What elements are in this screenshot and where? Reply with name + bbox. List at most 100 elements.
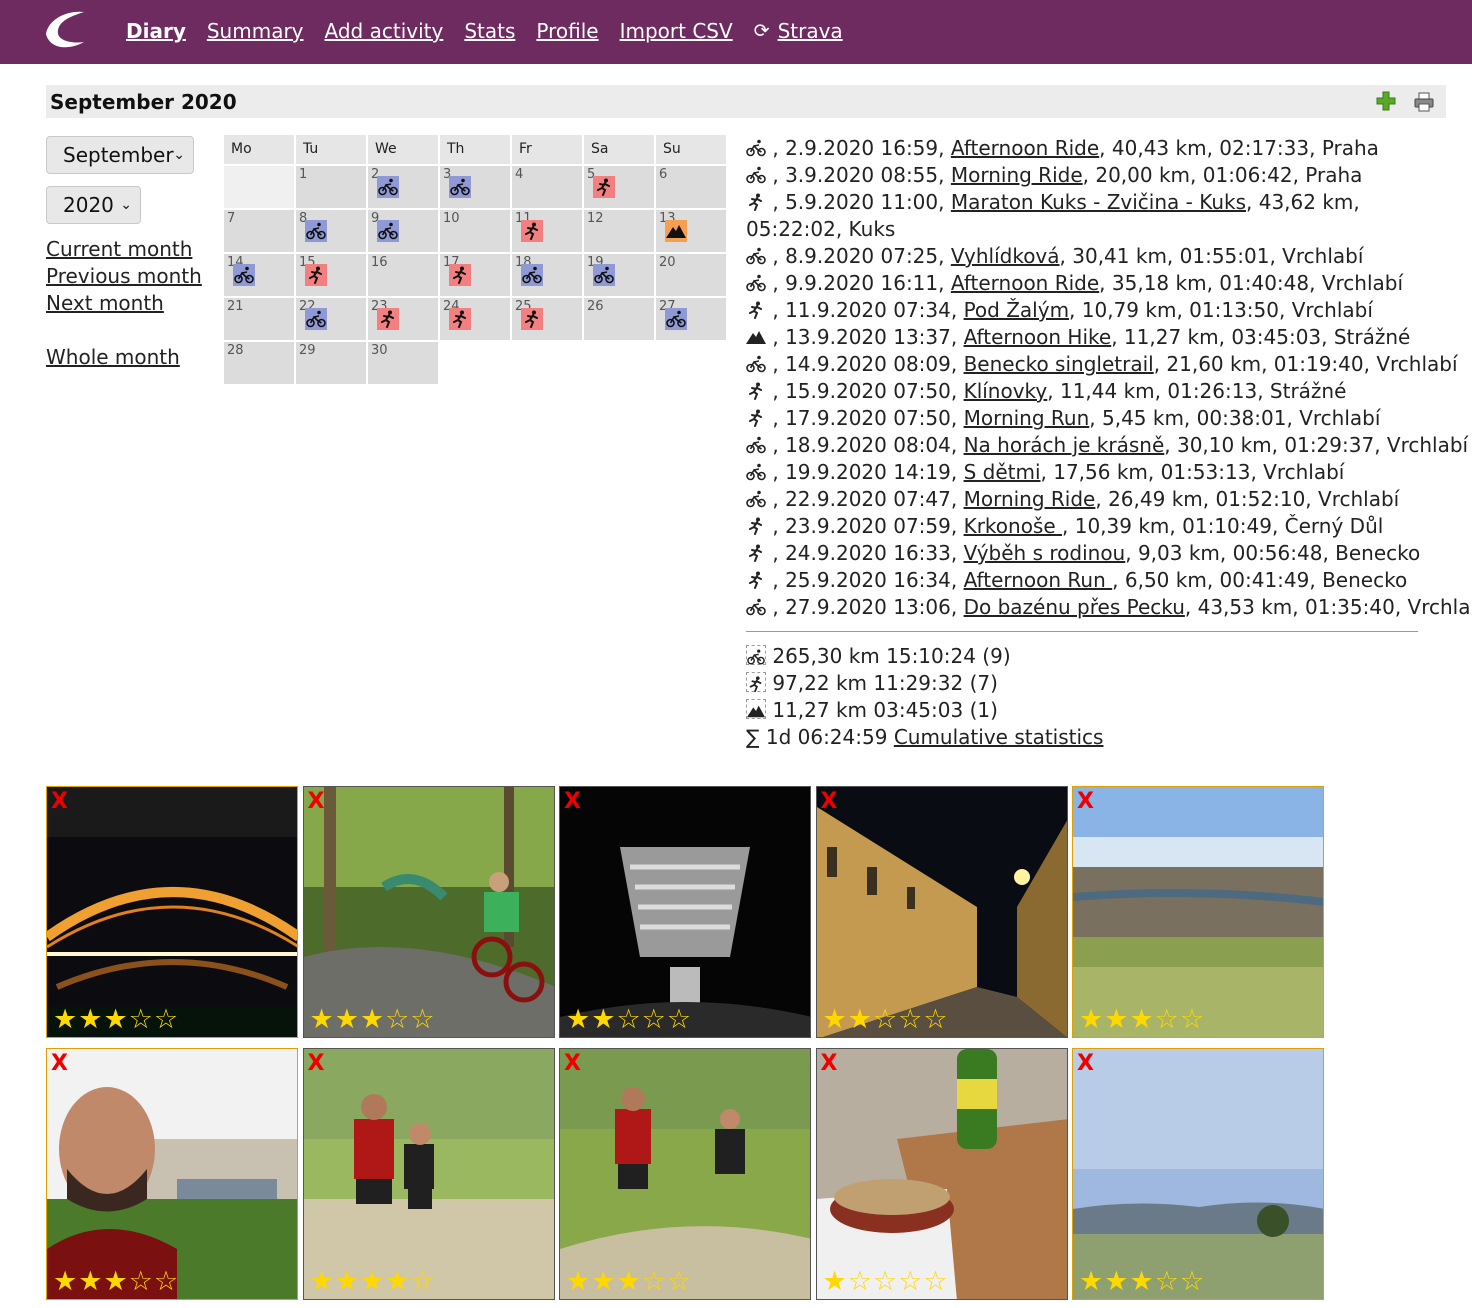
- delete-photo-icon[interactable]: X: [51, 789, 68, 814]
- activity-link[interactable]: Výběh s rodinou: [964, 541, 1126, 565]
- calendar-day[interactable]: 24: [440, 298, 510, 340]
- delete-photo-icon[interactable]: X: [821, 1051, 838, 1076]
- photo-thumbnail[interactable]: X ★★★☆☆: [46, 786, 298, 1038]
- calendar-hike-icon[interactable]: [665, 220, 687, 242]
- photo-image[interactable]: [1073, 1049, 1323, 1299]
- calendar-day[interactable]: 14: [224, 254, 294, 296]
- star-rating[interactable]: ★★★☆☆: [566, 1266, 692, 1297]
- star-empty-icon[interactable]: ☆: [1180, 1004, 1205, 1035]
- calendar-day[interactable]: 8: [296, 210, 366, 252]
- nav-add-activity[interactable]: Add activity: [325, 19, 444, 43]
- delete-photo-icon[interactable]: X: [1077, 789, 1094, 814]
- star-empty-icon[interactable]: ☆: [873, 1004, 898, 1035]
- star-filled-icon[interactable]: ★: [310, 1004, 335, 1035]
- calendar-day[interactable]: 12: [584, 210, 654, 252]
- nav-summary[interactable]: Summary: [207, 19, 304, 43]
- calendar-run-icon[interactable]: [521, 220, 543, 242]
- activity-link[interactable]: Krkonoše: [964, 514, 1062, 538]
- photo-image[interactable]: [303, 787, 554, 1037]
- star-filled-icon[interactable]: ★: [78, 1266, 103, 1297]
- photo-thumbnail[interactable]: X ★★★☆☆: [1072, 786, 1324, 1038]
- hike-icon[interactable]: [746, 699, 766, 719]
- star-filled-icon[interactable]: ★: [566, 1004, 591, 1035]
- star-empty-icon[interactable]: ☆: [410, 1266, 435, 1297]
- star-rating[interactable]: ★★★☆☆: [1079, 1266, 1205, 1297]
- photo-image[interactable]: [47, 787, 297, 1037]
- star-filled-icon[interactable]: ★: [360, 1004, 385, 1035]
- star-empty-icon[interactable]: ☆: [642, 1266, 667, 1297]
- star-empty-icon[interactable]: ☆: [410, 1004, 435, 1035]
- delete-photo-icon[interactable]: X: [51, 1051, 68, 1076]
- photo-image[interactable]: [47, 1049, 297, 1299]
- calendar-day[interactable]: 21: [224, 298, 294, 340]
- calendar-bike-icon[interactable]: [377, 220, 399, 242]
- activity-link[interactable]: Maraton Kuks - Zvičina - Kuks: [951, 190, 1246, 214]
- calendar-run-icon[interactable]: [449, 264, 471, 286]
- star-empty-icon[interactable]: ☆: [1180, 1266, 1205, 1297]
- delete-photo-icon[interactable]: X: [1077, 1051, 1094, 1076]
- photo-image[interactable]: [816, 1049, 1067, 1299]
- delete-photo-icon[interactable]: X: [821, 789, 838, 814]
- calendar-day[interactable]: 10: [440, 210, 510, 252]
- activity-link[interactable]: Na horách je krásně: [964, 433, 1165, 457]
- calendar-day[interactable]: 22: [296, 298, 366, 340]
- star-empty-icon[interactable]: ☆: [154, 1266, 179, 1297]
- calendar-day[interactable]: 4: [512, 166, 582, 208]
- star-empty-icon[interactable]: ☆: [667, 1266, 692, 1297]
- nav-import-csv[interactable]: Import CSV: [620, 19, 733, 43]
- calendar-day[interactable]: 3: [440, 166, 510, 208]
- cumulative-stats-link[interactable]: Cumulative statistics: [894, 725, 1104, 749]
- calendar-run-icon[interactable]: [593, 176, 615, 198]
- nav-strava[interactable]: Strava: [778, 19, 843, 43]
- activity-link[interactable]: Morning Run: [964, 406, 1090, 430]
- activity-link[interactable]: Afternoon Ride: [951, 271, 1099, 295]
- whole-month-link[interactable]: Whole month: [46, 344, 202, 371]
- star-empty-icon[interactable]: ☆: [898, 1266, 923, 1297]
- calendar-run-icon[interactable]: [305, 264, 327, 286]
- photo-thumbnail[interactable]: X ★★★☆☆: [302, 786, 555, 1038]
- star-rating[interactable]: ★★★☆☆: [53, 1004, 179, 1035]
- star-filled-icon[interactable]: ★: [310, 1266, 335, 1297]
- photo-thumbnail[interactable]: X ★★☆☆☆: [559, 786, 811, 1038]
- activity-link[interactable]: Afternoon Run: [964, 568, 1113, 592]
- photo-image[interactable]: [560, 1049, 810, 1299]
- star-rating[interactable]: ★★☆☆☆: [566, 1004, 692, 1035]
- photo-image[interactable]: [816, 787, 1067, 1037]
- activity-link[interactable]: Morning Ride: [964, 487, 1096, 511]
- star-filled-icon[interactable]: ★: [1079, 1004, 1104, 1035]
- star-filled-icon[interactable]: ★: [1104, 1004, 1129, 1035]
- star-empty-icon[interactable]: ☆: [129, 1266, 154, 1297]
- star-filled-icon[interactable]: ★: [103, 1266, 128, 1297]
- calendar-day[interactable]: 28: [224, 342, 294, 384]
- calendar-day[interactable]: 30: [368, 342, 438, 384]
- star-empty-icon[interactable]: ☆: [385, 1004, 410, 1035]
- star-empty-icon[interactable]: ☆: [642, 1004, 667, 1035]
- activity-link[interactable]: Do bazénu přes Pecku: [964, 595, 1185, 619]
- star-filled-icon[interactable]: ★: [103, 1004, 128, 1035]
- star-filled-icon[interactable]: ★: [78, 1004, 103, 1035]
- star-empty-icon[interactable]: ☆: [667, 1004, 692, 1035]
- activity-link[interactable]: Afternoon Hike: [964, 325, 1112, 349]
- star-filled-icon[interactable]: ★: [53, 1004, 78, 1035]
- star-filled-icon[interactable]: ★: [566, 1266, 591, 1297]
- star-rating[interactable]: ★★☆☆☆: [823, 1004, 949, 1035]
- calendar-bike-icon[interactable]: [305, 220, 327, 242]
- calendar-bike-icon[interactable]: [305, 308, 327, 330]
- star-filled-icon[interactable]: ★: [823, 1004, 848, 1035]
- activity-link[interactable]: Afternoon Ride: [951, 136, 1099, 160]
- star-empty-icon[interactable]: ☆: [873, 1266, 898, 1297]
- star-filled-icon[interactable]: ★: [823, 1266, 848, 1297]
- calendar-day[interactable]: 23: [368, 298, 438, 340]
- photo-thumbnail[interactable]: X ★★☆☆☆: [815, 786, 1068, 1038]
- calendar-day[interactable]: 26: [584, 298, 654, 340]
- star-empty-icon[interactable]: ☆: [129, 1004, 154, 1035]
- calendar-day[interactable]: 1: [296, 166, 366, 208]
- calendar-day[interactable]: 18: [512, 254, 582, 296]
- delete-photo-icon[interactable]: X: [564, 789, 581, 814]
- calendar-bike-icon[interactable]: [233, 264, 255, 286]
- delete-photo-icon[interactable]: X: [564, 1051, 581, 1076]
- star-empty-icon[interactable]: ☆: [923, 1266, 948, 1297]
- activity-link[interactable]: Klínovky: [964, 379, 1048, 403]
- app-logo-icon[interactable]: [44, 10, 88, 50]
- photo-thumbnail[interactable]: X ★★★★☆: [302, 1048, 555, 1300]
